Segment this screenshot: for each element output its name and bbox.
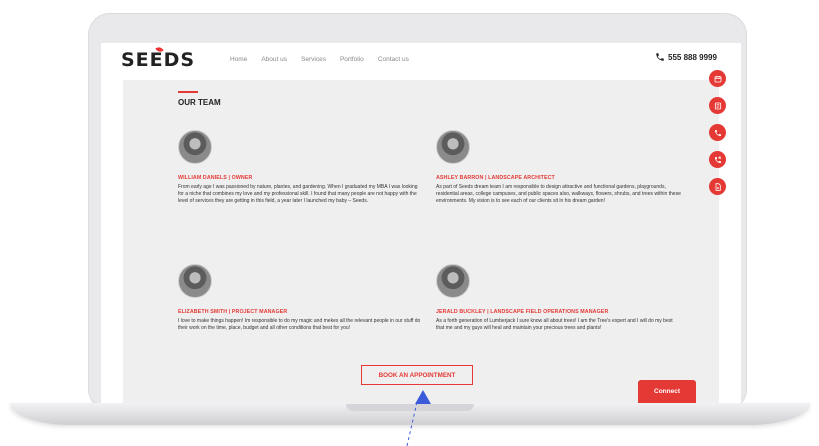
team-section: OUR TEAM WILLIAM DANIELS | OWNER From ea… <box>123 80 719 403</box>
member-bio: As part of Seeds dream team I am respons… <box>436 184 681 205</box>
nav-portfolio[interactable]: Portfolio <box>340 56 364 63</box>
team-member-card: ASHLEY BARRON | LANDSCAPE ARCHITECT As p… <box>436 130 681 206</box>
document-icon[interactable] <box>709 97 726 114</box>
cursor-trail <box>406 402 418 446</box>
team-member-card: ELIZABETH SMITH | PROJECT MANAGER I love… <box>178 264 423 332</box>
main-nav: Home About us Services Portfolio Contact… <box>230 56 409 63</box>
floating-action-bar <box>709 70 726 195</box>
member-name: JERALD BUCKLEY | LANDSCAPE FIELD OPERATI… <box>436 309 609 315</box>
connect-button[interactable]: Connect <box>638 380 696 403</box>
nav-home[interactable]: Home <box>230 56 247 63</box>
title-accent-line <box>178 91 198 93</box>
pointer-arrow-icon <box>415 390 431 404</box>
site-logo[interactable]: SEEDS <box>121 49 195 71</box>
avatar <box>178 264 212 298</box>
nav-about-us[interactable]: About us <box>261 56 287 63</box>
avatar <box>436 130 470 164</box>
avatar <box>436 264 470 298</box>
header-phone[interactable]: 555 888 9999 <box>655 52 717 62</box>
member-bio: From early age I was passioned by nature… <box>178 184 418 205</box>
member-name: WILLIAM DANIELS | OWNER <box>178 175 253 181</box>
member-bio: As a forth generation of Lumberjack I su… <box>436 318 673 332</box>
phone-icon[interactable] <box>709 124 726 141</box>
laptop-screen: SEEDS Home About us Services Portfolio C… <box>101 43 741 403</box>
phone-icon <box>656 53 664 61</box>
phone-callback-icon[interactable] <box>709 151 726 168</box>
member-name: ELIZABETH SMITH | PROJECT MANAGER <box>178 309 288 315</box>
team-title: OUR TEAM <box>178 98 221 107</box>
team-member-card: JERALD BUCKLEY | LANDSCAPE FIELD OPERATI… <box>436 264 681 332</box>
book-appointment-button[interactable]: BOOK AN APPOINTMENT <box>361 365 473 385</box>
member-name: ASHLEY BARRON | LANDSCAPE ARCHITECT <box>436 175 555 181</box>
avatar <box>178 130 212 164</box>
member-bio: I love to make things happen! Im respons… <box>178 318 421 332</box>
nav-contact-us[interactable]: Contact us <box>378 56 409 63</box>
team-member-card: WILLIAM DANIELS | OWNER From early age I… <box>178 130 423 206</box>
nav-services[interactable]: Services <box>301 56 326 63</box>
calendar-icon[interactable] <box>709 70 726 87</box>
site-header: SEEDS Home About us Services Portfolio C… <box>101 43 741 80</box>
phone-number: 555 888 9999 <box>668 52 717 62</box>
file-icon[interactable] <box>709 178 726 195</box>
